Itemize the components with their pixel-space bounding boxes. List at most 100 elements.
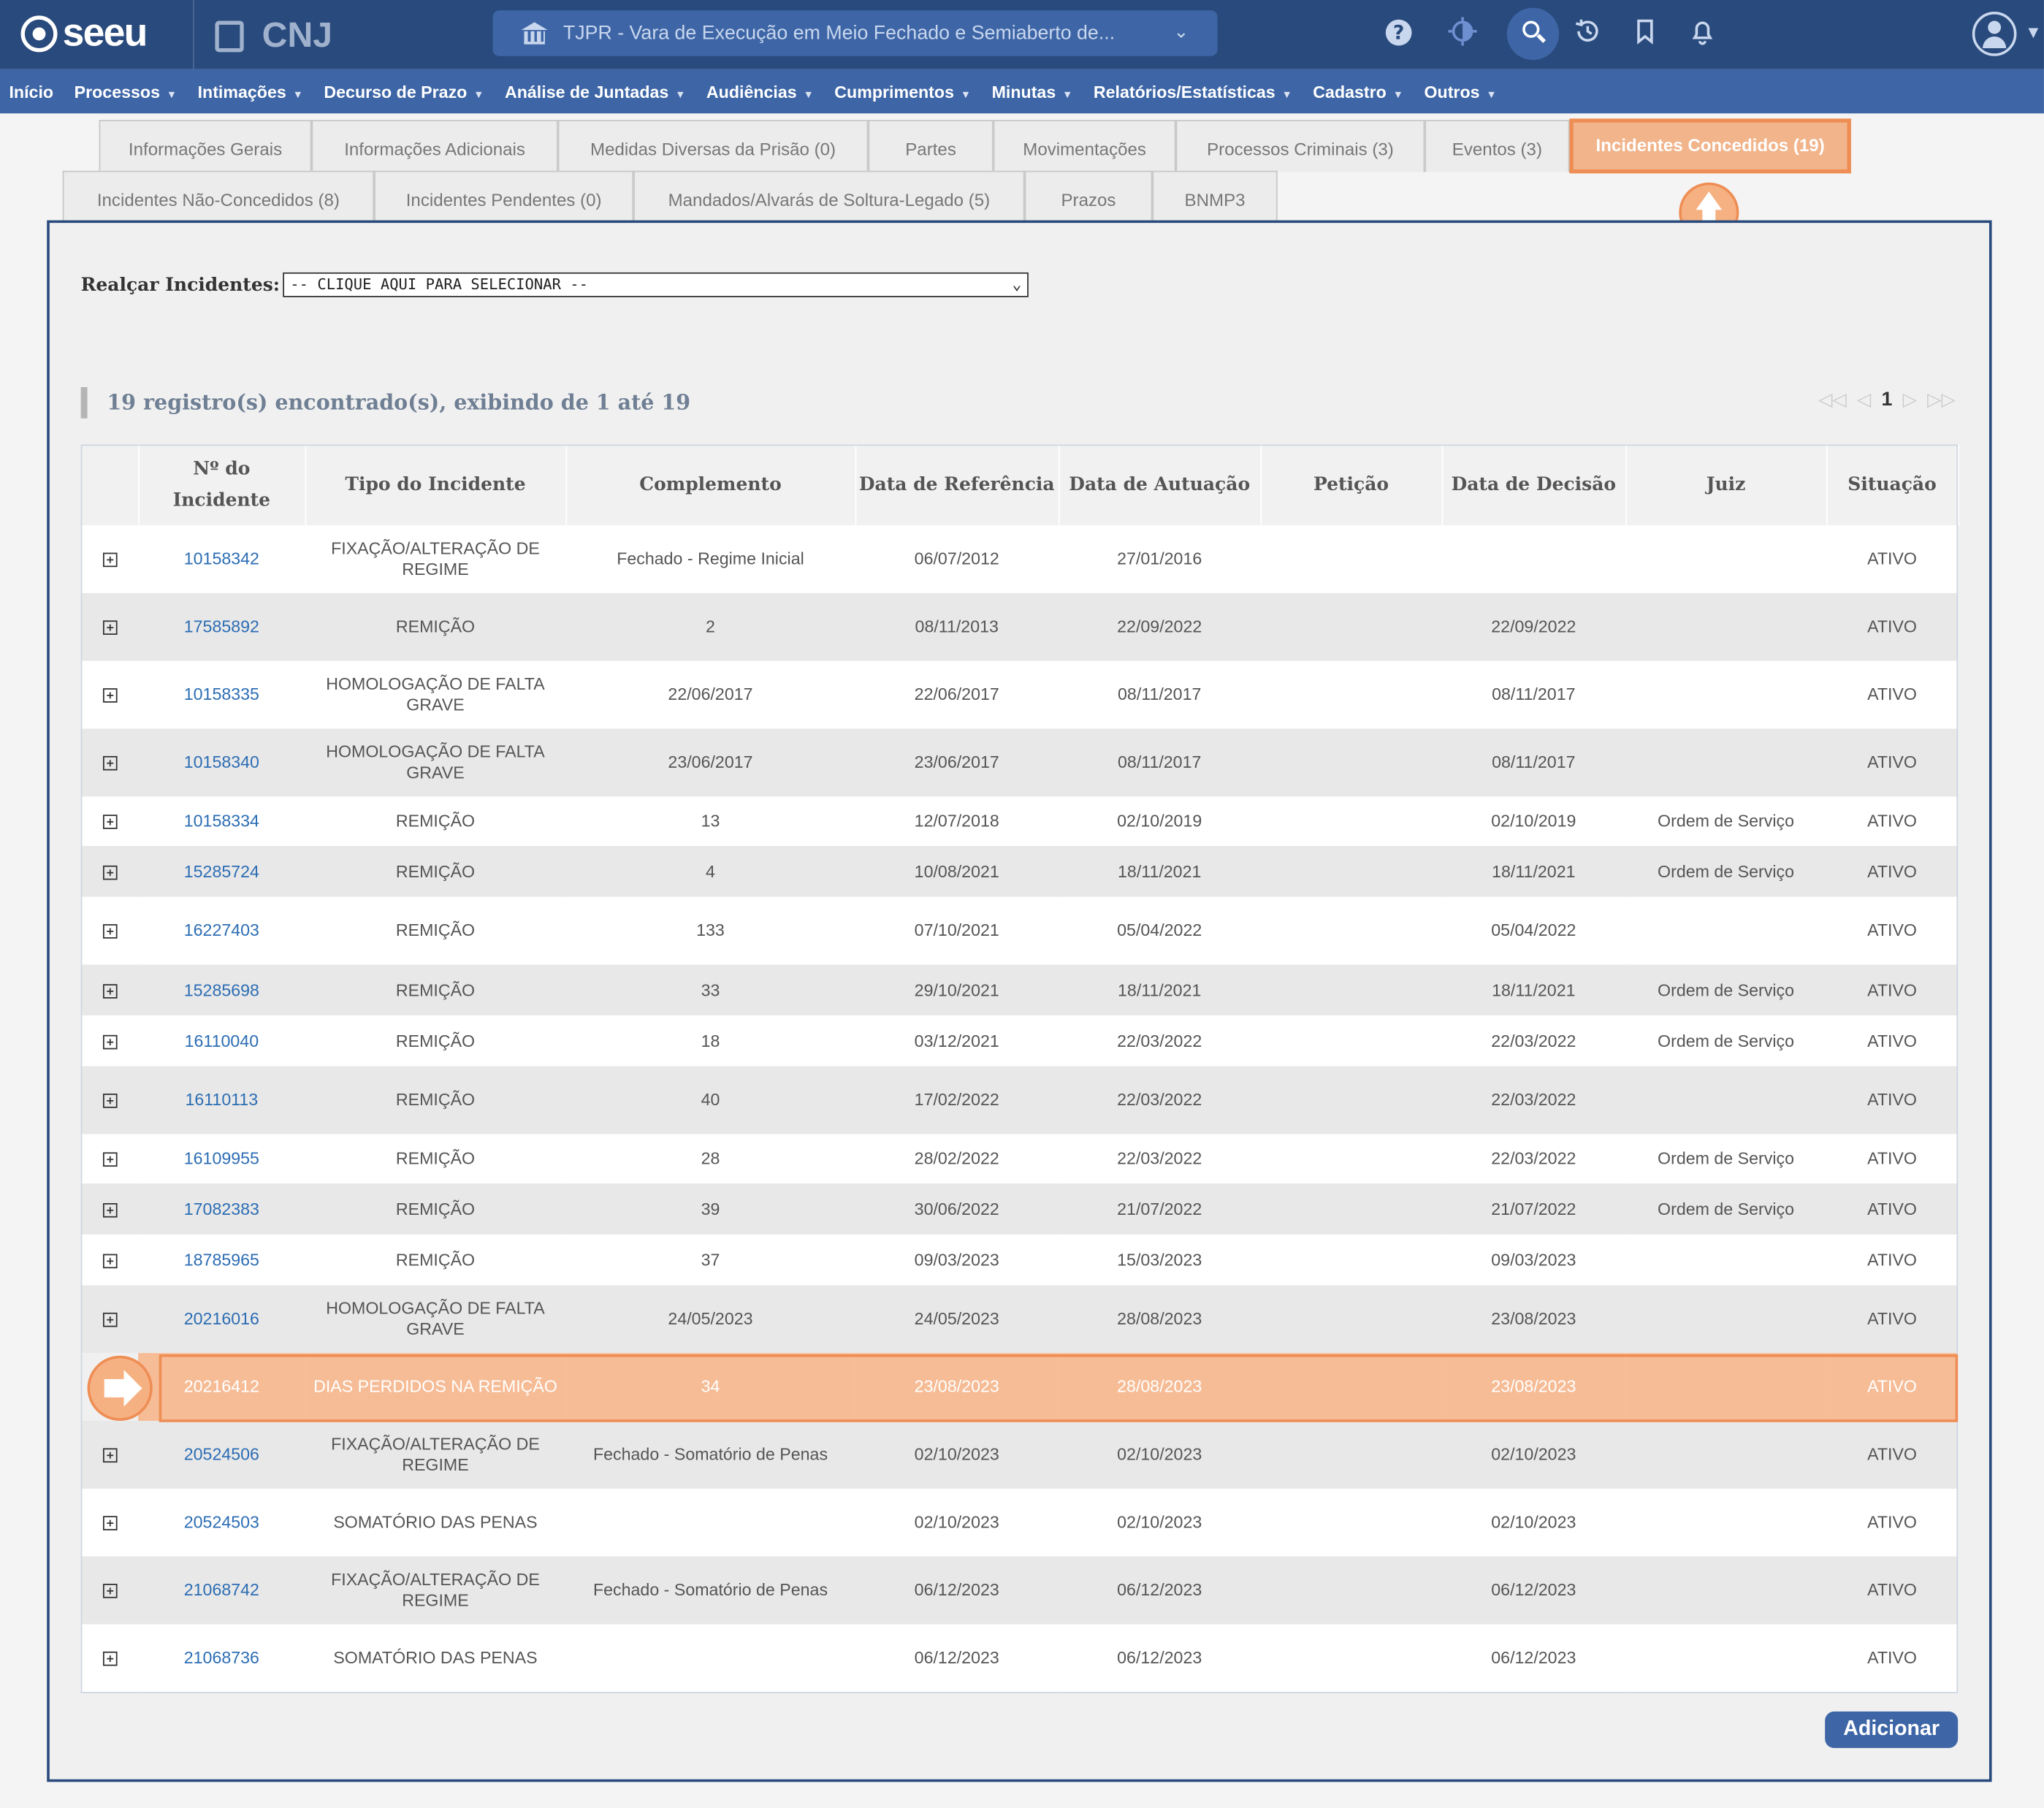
- incident-number-link[interactable]: 20216016: [138, 1285, 305, 1354]
- tab[interactable]: BNMP3: [1152, 170, 1278, 224]
- petition: [1260, 846, 1442, 897]
- menu-item[interactable]: Outros ▼: [1424, 82, 1496, 102]
- expand-plus-icon[interactable]: [102, 1313, 117, 1327]
- expand-plus-icon[interactable]: [102, 983, 117, 999]
- menu-item[interactable]: Cumprimentos ▼: [834, 82, 971, 102]
- incident-number-link[interactable]: 10158342: [138, 525, 305, 593]
- expand-plus-icon[interactable]: [102, 756, 117, 771]
- expand-plus-icon[interactable]: [102, 1584, 117, 1598]
- column-header[interactable]: Nº do Incidente: [138, 444, 306, 526]
- expand-plus-icon[interactable]: [102, 1516, 117, 1530]
- menu-item[interactable]: Cadastro ▼: [1313, 82, 1403, 102]
- tab[interactable]: Incidentes Pendentes (0): [374, 170, 634, 224]
- table-row: 16109955 REMIÇÃO 28 28/02/2022 22/03/2022 22/…: [80, 1134, 1959, 1184]
- column-header[interactable]: Petição: [1260, 444, 1443, 526]
- expand-plus-icon[interactable]: [102, 620, 117, 636]
- current-page[interactable]: 1: [1881, 389, 1892, 411]
- menu-item[interactable]: Minutas ▼: [992, 82, 1073, 102]
- header-divider: [193, 0, 194, 69]
- expand-plus-icon[interactable]: [102, 924, 117, 939]
- incident-number-link[interactable]: 15285698: [138, 964, 305, 1016]
- incident-number-link[interactable]: 20524506: [138, 1420, 305, 1489]
- decision-date: [1441, 525, 1626, 593]
- tab[interactable]: Prazos: [1024, 170, 1153, 224]
- menu-item[interactable]: Relatórios/Estatísticas ▼: [1094, 82, 1292, 102]
- tab[interactable]: Informações Adicionais: [311, 120, 558, 172]
- filing-date: 28/08/2023: [1058, 1285, 1261, 1354]
- menu-item[interactable]: Intimações ▼: [198, 82, 303, 102]
- status: ATIVO: [1826, 1183, 1959, 1235]
- history-icon[interactable]: [1572, 17, 1603, 48]
- tab[interactable]: Informações Gerais: [99, 120, 312, 172]
- menu-item[interactable]: Análise de Juntadas ▼: [505, 82, 685, 102]
- expand-plus-icon[interactable]: [102, 1094, 117, 1108]
- bell-icon[interactable]: [1687, 17, 1718, 48]
- expand-cell: [80, 660, 139, 729]
- incident-type: REMIÇÃO: [305, 796, 566, 847]
- contrast-icon[interactable]: [1447, 17, 1479, 48]
- incident-number-link[interactable]: 16227403: [138, 896, 305, 965]
- expand-plus-icon[interactable]: [102, 1448, 117, 1463]
- expand-plus-icon[interactable]: [102, 1202, 117, 1217]
- incident-number-link[interactable]: 15285724: [138, 846, 305, 897]
- column-header[interactable]: Data de Referência: [855, 444, 1059, 526]
- incident-number-link[interactable]: 16109955: [138, 1134, 305, 1184]
- previous-page-icon[interactable]: ◁: [1857, 389, 1871, 411]
- tab[interactable]: Processos Criminais (3): [1175, 120, 1425, 172]
- tab[interactable]: Medidas Diversas da Prisão (0): [557, 120, 869, 172]
- tab[interactable]: Incidentes Concedidos (19): [1569, 118, 1851, 174]
- column-header[interactable]: Data de Autuação: [1058, 444, 1262, 526]
- expand-plus-icon[interactable]: [102, 688, 117, 703]
- column-header[interactable]: Data de Decisão: [1441, 444, 1627, 526]
- user-avatar-icon[interactable]: [1972, 12, 2017, 56]
- incident-number-link[interactable]: 17082383: [138, 1183, 305, 1235]
- menu-item[interactable]: Decurso de Prazo ▼: [324, 82, 484, 102]
- tab[interactable]: Movimentações: [993, 120, 1176, 172]
- seeu-logo[interactable]: seeu: [20, 12, 148, 56]
- bookmark-icon[interactable]: [1630, 17, 1661, 48]
- expand-plus-icon[interactable]: [102, 865, 117, 880]
- expand-cell: [80, 896, 139, 965]
- incident-number-link[interactable]: 16110113: [138, 1066, 305, 1134]
- incident-number-link[interactable]: 20524503: [138, 1488, 305, 1557]
- help-icon[interactable]: ?: [1385, 19, 1412, 46]
- incident-number-link[interactable]: 21068742: [138, 1556, 305, 1625]
- menu-item[interactable]: Audiências ▼: [706, 82, 814, 102]
- menu-item[interactable]: Início: [9, 82, 53, 102]
- tab[interactable]: Partes: [868, 120, 994, 172]
- first-page-icon[interactable]: ◁◁: [1818, 389, 1846, 411]
- user-menu-caret-icon[interactable]: ▼: [2029, 26, 2039, 41]
- column-header[interactable]: Juiz: [1625, 444, 1827, 526]
- status: ATIVO: [1826, 1285, 1959, 1354]
- tab[interactable]: Incidentes Não-Concedidos (8): [62, 170, 375, 224]
- incident-number-link[interactable]: 17585892: [138, 592, 305, 661]
- expand-plus-icon[interactable]: [102, 1253, 117, 1268]
- tab[interactable]: Mandados/Alvarás de Soltura-Legado (5): [633, 170, 1025, 224]
- expand-plus-icon[interactable]: [102, 1152, 117, 1167]
- column-header[interactable]: Tipo do Incidente: [305, 444, 567, 526]
- decision-date: 08/11/2017: [1441, 660, 1626, 729]
- incident-number-link[interactable]: 18785965: [138, 1234, 305, 1286]
- incident-type: REMIÇÃO: [305, 846, 566, 897]
- next-page-icon[interactable]: ▷: [1903, 389, 1917, 411]
- expand-plus-icon[interactable]: [102, 552, 117, 568]
- expand-plus-icon[interactable]: [102, 1034, 117, 1049]
- add-button[interactable]: Adicionar: [1825, 1711, 1959, 1748]
- court-selector[interactable]: TJPR - Vara de Execução em Meio Fechado …: [492, 10, 1218, 56]
- incident-number-link[interactable]: 21068736: [138, 1624, 305, 1693]
- column-header[interactable]: Situação: [1826, 444, 1959, 526]
- incident-number-link[interactable]: 20216412: [138, 1353, 305, 1421]
- incident-number-link[interactable]: 10158334: [138, 796, 305, 847]
- menu-item[interactable]: Processos ▼: [75, 82, 177, 102]
- menu-item-label: Análise de Juntadas: [504, 81, 669, 102]
- expand-plus-icon[interactable]: [102, 1651, 117, 1666]
- search-button[interactable]: [1506, 7, 1560, 61]
- tab[interactable]: Eventos (3): [1425, 120, 1570, 172]
- expand-plus-icon[interactable]: [102, 815, 117, 829]
- incident-number-link[interactable]: 10158340: [138, 728, 305, 797]
- column-header[interactable]: Complemento: [565, 444, 856, 526]
- incident-number-link[interactable]: 10158335: [138, 660, 305, 729]
- last-page-icon[interactable]: ▷▷: [1927, 389, 1955, 411]
- incident-number-link[interactable]: 16110040: [138, 1015, 305, 1067]
- highlight-filter-select[interactable]: -- CLIQUE AQUI PARA SELECIONAR -- ⌄: [282, 272, 1029, 297]
